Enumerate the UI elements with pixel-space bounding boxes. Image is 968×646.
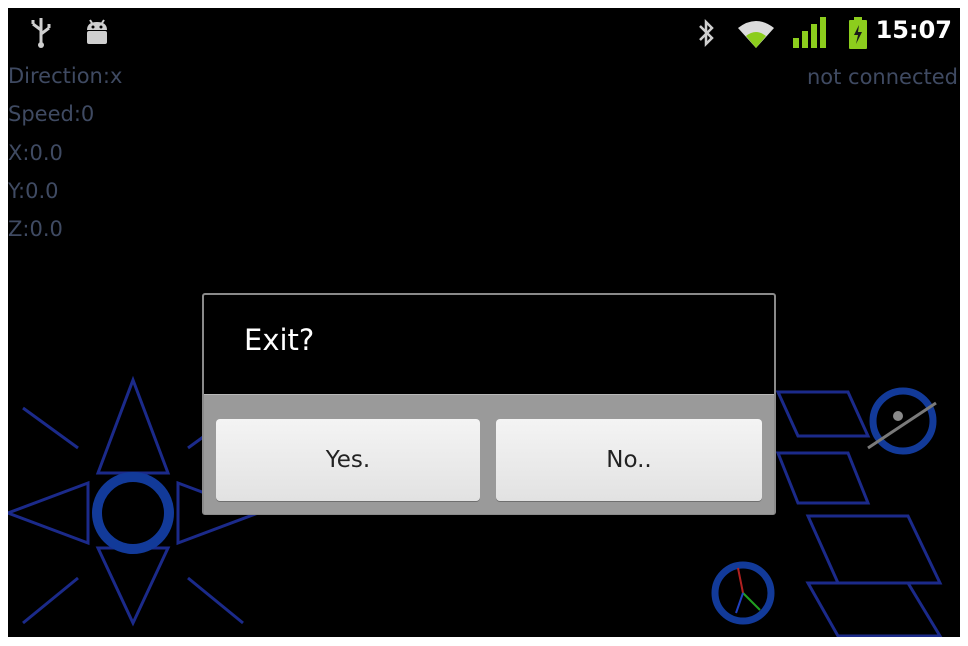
joystick-ring[interactable] bbox=[869, 387, 937, 455]
yes-button[interactable]: Yes. bbox=[216, 419, 480, 501]
dpad-left-arrow[interactable] bbox=[8, 480, 90, 546]
dialog-button-bar: Yes. No.. bbox=[204, 394, 774, 514]
tile-u-button[interactable] bbox=[805, 581, 943, 637]
dialog-title: Exit? bbox=[244, 323, 315, 357]
dpad-center-ring[interactable] bbox=[92, 472, 174, 554]
exit-dialog: Exit? Yes. No.. bbox=[202, 293, 776, 515]
app-screen: 15:07 Direction:x Speed:0 X:0.0 Y:0.0 Z:… bbox=[8, 8, 960, 637]
tile-g-button[interactable] bbox=[805, 514, 943, 585]
tile-i-button[interactable] bbox=[775, 451, 871, 505]
tile-o-button[interactable] bbox=[775, 390, 871, 438]
dpad-up-arrow[interactable] bbox=[95, 375, 171, 475]
no-button[interactable]: No.. bbox=[496, 419, 762, 501]
dpad-down-arrow[interactable] bbox=[95, 546, 171, 627]
